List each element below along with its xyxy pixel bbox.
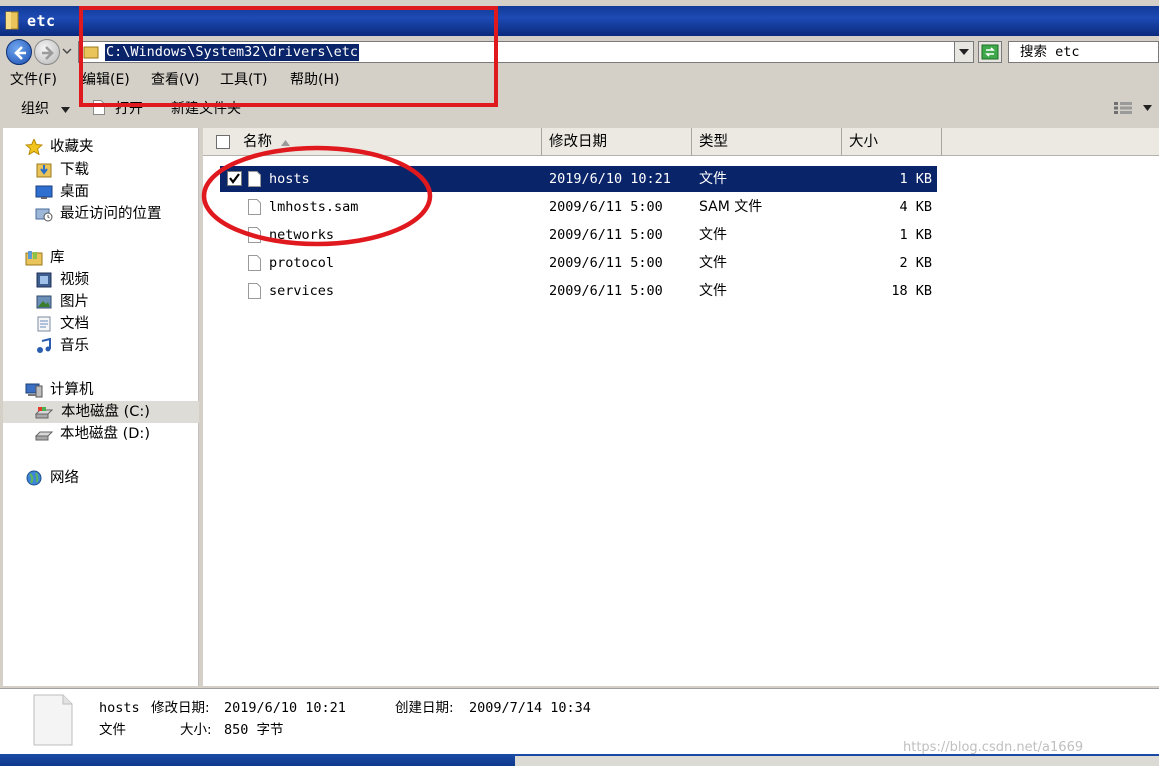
nav-videos-label: 视频 (60, 272, 89, 288)
file-type: 文件 (699, 283, 727, 299)
annotation-rectangle (79, 6, 498, 107)
nav-pictures[interactable]: 图片 (35, 291, 195, 313)
folder-icon (5, 11, 19, 30)
file-date: 2009/6/11 5:00 (549, 227, 663, 243)
file-icon (248, 283, 261, 299)
nav-pictures-label: 图片 (60, 294, 89, 310)
nav-documents[interactable]: 文档 (35, 313, 195, 335)
annotation-ellipse (201, 145, 433, 247)
nav-drive-d[interactable]: 本地磁盘 (D:) (35, 423, 195, 445)
column-size[interactable]: 大小 (842, 128, 942, 156)
nav-music-label: 音乐 (60, 338, 89, 354)
nav-documents-label: 文档 (60, 316, 89, 332)
desktop-icon (35, 185, 53, 199)
search-input[interactable]: 搜索 etc (1008, 41, 1159, 63)
nav-network-label: 网络 (50, 470, 79, 486)
file-date: 2009/6/11 5:00 (549, 283, 663, 299)
nav-computer-label: 计算机 (50, 382, 94, 398)
refresh-button[interactable] (978, 41, 1002, 63)
chevron-down-icon (61, 107, 71, 113)
file-size: 18 KB (891, 283, 932, 299)
file-name: protocol (269, 255, 335, 271)
arrow-left-icon (14, 46, 26, 60)
file-size: 1 KB (899, 227, 932, 243)
file-date: 2009/6/11 5:00 (549, 199, 663, 215)
nav-drive-d-label: 本地磁盘 (D:) (60, 426, 150, 442)
file-row-protocol[interactable]: protocol 2009/6/11 5:00 文件 2 KB (220, 250, 937, 276)
file-type: 文件 (699, 171, 727, 187)
file-row-services[interactable]: services 2009/6/11 5:00 文件 18 KB (220, 278, 937, 304)
file-date: 2019/6/10 10:21 (549, 171, 671, 187)
star-icon (25, 139, 43, 155)
music-library-icon (37, 338, 51, 353)
nav-desktop[interactable]: 桌面 (35, 181, 195, 203)
nav-drive-c[interactable]: 本地磁盘 (C:) (3, 401, 199, 423)
organize-label: 组织 (21, 101, 49, 117)
nav-drive-c-label: 本地磁盘 (C:) (61, 404, 150, 420)
file-type: 文件 (699, 227, 727, 243)
detail-modified-label: 修改日期: (151, 700, 210, 716)
file-type: SAM 文件 (699, 199, 763, 215)
nav-music[interactable]: 音乐 (35, 335, 195, 357)
system-drive-icon (35, 407, 53, 419)
forward-button[interactable] (34, 39, 60, 65)
nav-favorites[interactable]: 收藏夹 (25, 136, 195, 158)
navigation-pane: 收藏夹 下载 桌面 最近访问的位置 库 视频 图片 文档 音乐 计算机 本地磁盘… (3, 128, 199, 686)
drive-icon (35, 431, 53, 441)
nav-libraries[interactable]: 库 (25, 247, 195, 269)
detail-created-value: 2009/7/14 10:34 (469, 700, 591, 716)
arrow-right-icon (42, 46, 54, 60)
nav-videos[interactable]: 视频 (35, 269, 195, 291)
file-size: 2 KB (899, 255, 932, 271)
recent-places-icon (35, 208, 53, 222)
file-size: 4 KB (899, 199, 932, 215)
detail-modified-value: 2019/6/10 10:21 (224, 700, 346, 716)
detail-size-label: 大小: (180, 722, 212, 738)
menu-file[interactable]: 文件(F) (10, 71, 57, 89)
network-globe-icon (26, 470, 42, 486)
picture-library-icon (36, 295, 52, 309)
nav-recent-places[interactable]: 最近访问的位置 (35, 203, 195, 225)
file-size: 1 KB (899, 171, 932, 187)
file-type: 文件 (699, 255, 727, 271)
status-strip (515, 756, 1159, 766)
file-date: 2009/6/11 5:00 (549, 255, 663, 271)
nav-downloads-label: 下载 (60, 162, 89, 178)
file-name: services (269, 283, 335, 299)
nav-downloads[interactable]: 下载 (35, 159, 195, 181)
detail-created-label: 创建日期: (395, 700, 454, 716)
detail-type: 文件 (99, 722, 126, 738)
nav-favorites-label: 收藏夹 (50, 139, 94, 155)
downloads-folder-icon (36, 163, 52, 178)
column-date[interactable]: 修改日期 (542, 128, 692, 156)
view-options-icon[interactable] (1113, 101, 1153, 115)
chevron-down-icon (959, 49, 969, 55)
taskbar-strip (0, 754, 1159, 766)
window-title: etc (27, 12, 56, 30)
nav-libraries-label: 库 (50, 250, 65, 266)
document-library-icon (37, 316, 51, 332)
back-button[interactable] (6, 39, 32, 65)
file-icon (248, 255, 261, 271)
libraries-icon (25, 251, 43, 266)
refresh-icon (981, 44, 999, 60)
watermark: https://blog.csdn.net/a1669 (903, 740, 1084, 755)
nav-computer[interactable]: 计算机 (25, 379, 195, 401)
detail-filename: hosts (99, 700, 140, 716)
address-dropdown-button[interactable] (954, 41, 974, 63)
nav-network[interactable]: 网络 (25, 467, 195, 489)
computer-icon (25, 383, 43, 398)
large-file-icon (33, 694, 73, 746)
nav-recent-label: 最近访问的位置 (60, 206, 162, 222)
recent-pages-dropdown-icon[interactable] (62, 48, 72, 54)
column-type[interactable]: 类型 (692, 128, 842, 156)
detail-size-value: 850 字节 (224, 722, 284, 738)
organize-button[interactable]: 组织 (21, 100, 71, 118)
nav-desktop-label: 桌面 (60, 184, 89, 200)
video-library-icon (36, 272, 52, 288)
